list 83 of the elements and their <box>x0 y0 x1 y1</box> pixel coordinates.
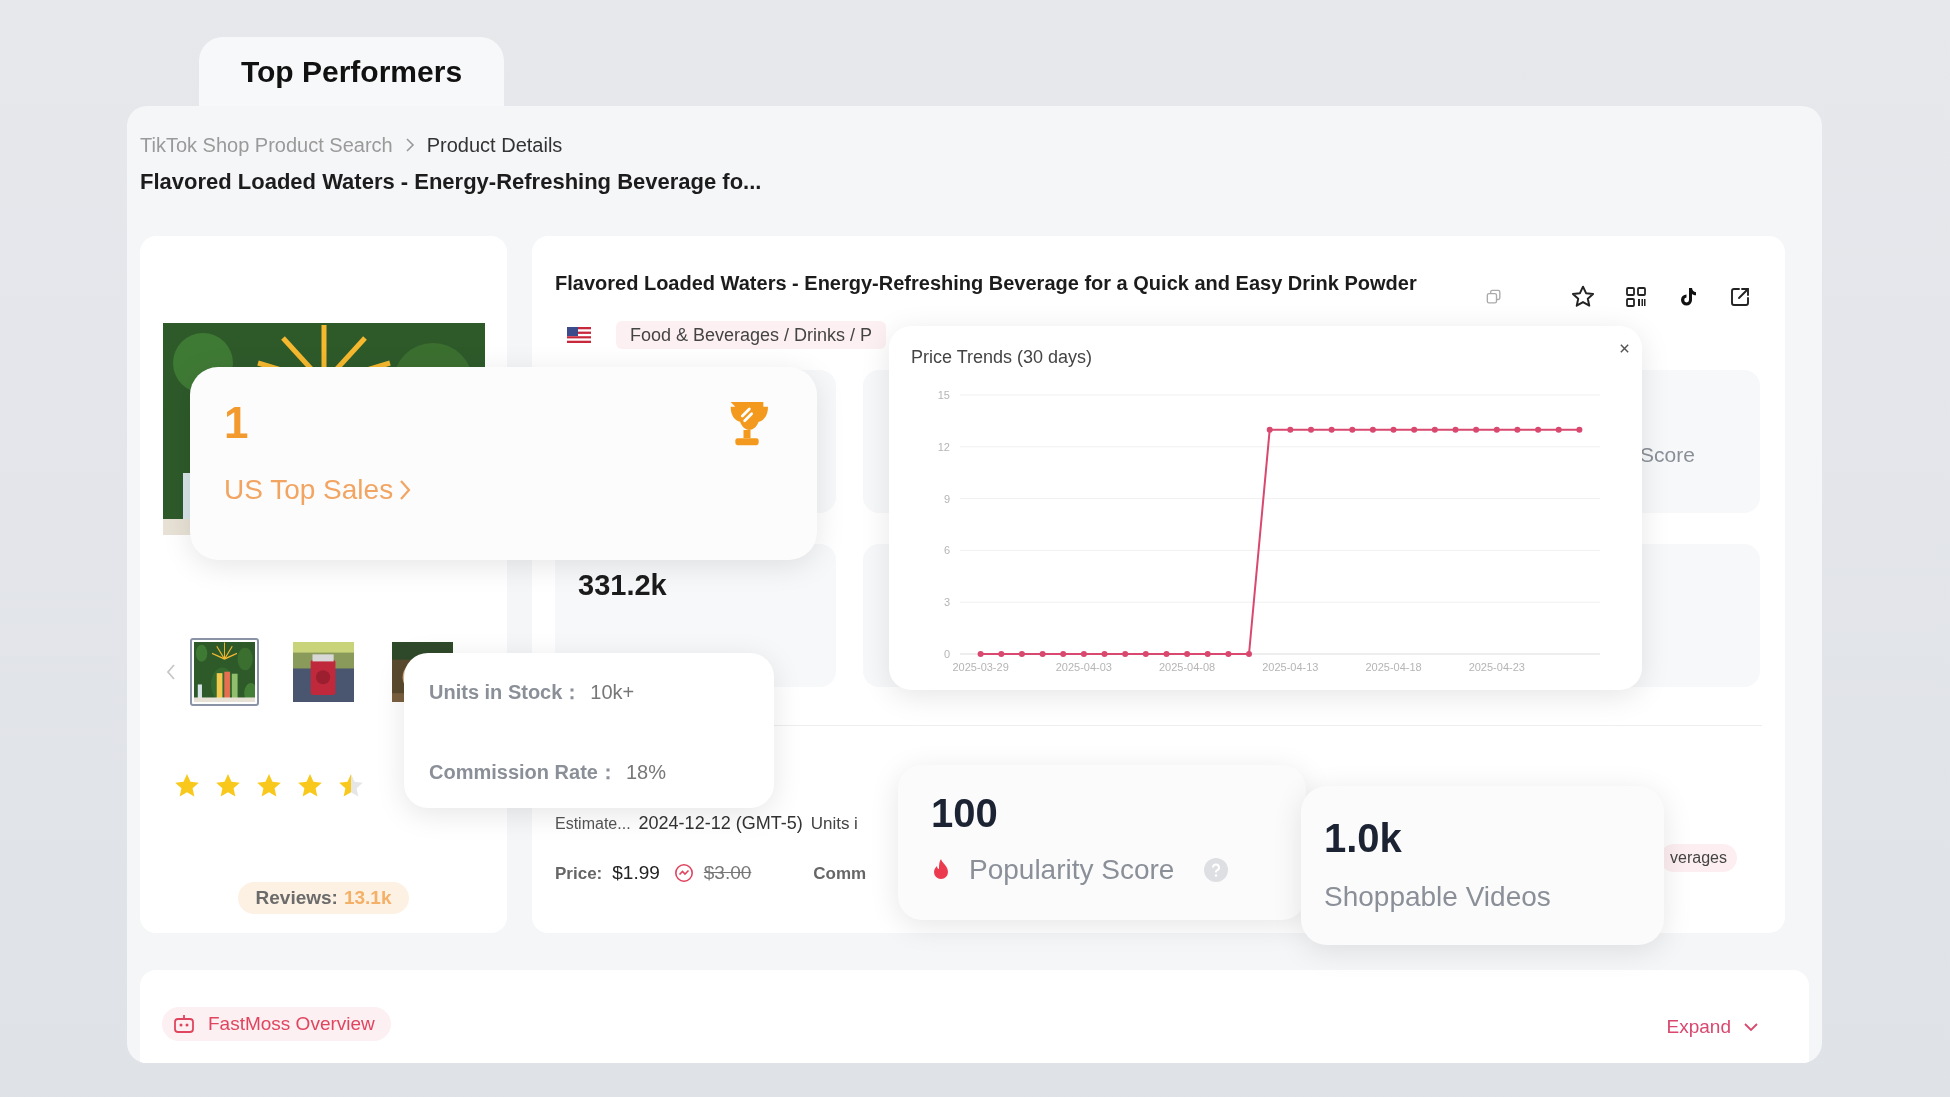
data-point <box>1163 651 1170 657</box>
stat-value: 331.2k <box>577 568 668 603</box>
axis-label: 6 <box>943 544 950 557</box>
axis-label: 2025-04-23 <box>1468 661 1525 673</box>
info-label: Commission Rate： <box>429 760 618 785</box>
axis-label: 2025-03-29 <box>952 661 1009 673</box>
data-point <box>1308 426 1314 433</box>
data-point <box>1535 426 1542 433</box>
data-point <box>1184 651 1191 657</box>
data-point <box>1018 651 1025 657</box>
trend-icon <box>673 863 694 884</box>
data-point <box>1225 651 1232 657</box>
tab[interactable]: Top Performers <box>199 37 504 106</box>
external-link-icon[interactable] <box>1728 285 1752 309</box>
videos-label: Shoppable Videos <box>1324 880 1552 914</box>
data-point <box>998 651 1005 657</box>
data-point <box>1080 651 1087 657</box>
data-point <box>1328 426 1335 433</box>
chevron-down-icon <box>1743 1021 1759 1032</box>
data-point <box>1039 651 1046 657</box>
overview-title: FastMoss Overview <box>208 1011 375 1036</box>
flag-icon <box>567 327 591 343</box>
data-point <box>1514 426 1521 433</box>
data-point <box>1390 426 1397 433</box>
thumbnail[interactable] <box>190 638 259 706</box>
axis-label: 12 <box>937 440 950 453</box>
data-point <box>1349 426 1356 433</box>
stat-label: Score <box>1640 441 1695 468</box>
axis-label: 3 <box>943 596 950 609</box>
chevron-right-icon <box>399 479 412 501</box>
axis-label: 0 <box>943 648 950 660</box>
data-point <box>1287 426 1294 433</box>
reviews-label: Reviews: <box>255 885 338 910</box>
data-point <box>1555 426 1562 433</box>
data-point <box>1204 651 1211 657</box>
breadcrumb-link[interactable]: Product Details <box>426 130 563 160</box>
axis-label: 2025-04-03 <box>1055 661 1112 673</box>
data-point <box>1452 426 1459 433</box>
qr-code-icon[interactable] <box>1624 285 1648 309</box>
data-point <box>1411 426 1418 433</box>
reviews-count: 13.1k <box>343 885 392 910</box>
data-point <box>1101 651 1108 657</box>
popularity-value: 100 <box>931 790 999 837</box>
chart-title: Price Trends (30 days) <box>911 346 1093 369</box>
data-point <box>1266 426 1273 433</box>
data-point <box>1246 651 1252 657</box>
expand-button[interactable]: Expand <box>1666 1012 1759 1041</box>
axis-label: 2025-04-08 <box>1158 661 1216 673</box>
chevron-right-icon <box>404 137 415 153</box>
commission-label: Comm <box>813 862 867 885</box>
data-point <box>1431 426 1438 433</box>
axis-label: 15 <box>937 389 950 401</box>
data-point <box>1122 651 1129 657</box>
data-point <box>1473 426 1480 433</box>
rank-number: 1 <box>224 397 249 449</box>
axis-label: 2025-04-13 <box>1262 661 1319 673</box>
robot-icon <box>172 1012 196 1036</box>
data-point <box>1493 426 1500 433</box>
info-value: 10k+ <box>590 680 635 705</box>
info-value: 18% <box>625 760 666 785</box>
units-label: Units i <box>810 812 858 835</box>
axis-label: 2025-04-18 <box>1365 661 1422 673</box>
videos-value: 1.0k <box>1324 815 1403 862</box>
data-point <box>1060 651 1067 657</box>
breadcrumb-link[interactable]: TikTok Shop Product Search <box>140 130 393 160</box>
axis-label: 9 <box>943 492 950 505</box>
category-tag: Food & Beverages / Drinks / P <box>616 321 887 349</box>
original-price: $3.00 <box>703 861 752 885</box>
popularity-label: Popularity Score <box>969 853 1175 887</box>
estimate-date: 2024-12-12 (GMT-5) <box>638 812 803 835</box>
data-point <box>1576 426 1583 433</box>
info-label: Units in Stock： <box>429 680 583 705</box>
flame-icon <box>931 858 951 882</box>
data-point <box>977 651 984 657</box>
close-icon[interactable] <box>1619 343 1630 354</box>
price-value: $1.99 <box>612 861 660 885</box>
page-title: Flavored Loaded Waters - Energy-Refreshing Beverage fo... <box>140 168 763 196</box>
star-icon[interactable] <box>1570 284 1596 310</box>
price-label: Price: <box>555 862 603 885</box>
data-point <box>1369 426 1376 433</box>
data-point <box>1142 651 1149 657</box>
estimate-label: Estimate... <box>555 813 631 834</box>
product-title: Flavored Loaded Waters - Energy-Refreshing Beverage for a Quick and Easy Drink Powder <box>555 271 1418 296</box>
